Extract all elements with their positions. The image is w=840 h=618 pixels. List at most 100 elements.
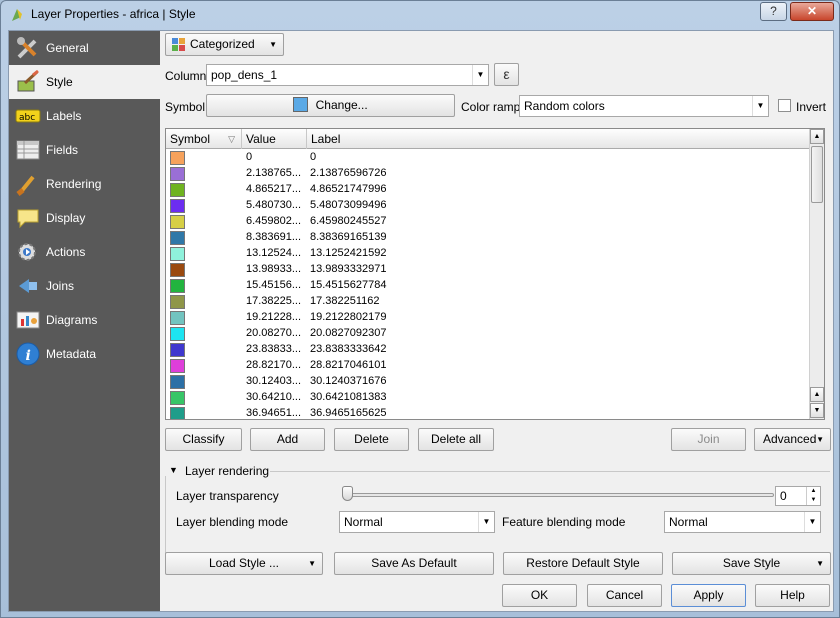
- table-row[interactable]: 00: [166, 150, 813, 166]
- transparency-slider-handle[interactable]: [342, 486, 353, 501]
- metadata-icon: i: [16, 342, 40, 366]
- category-color-swatch[interactable]: [170, 343, 185, 357]
- transparency-spinbox[interactable]: 0 ▲ ▼: [775, 486, 821, 506]
- close-window-button[interactable]: ✕: [790, 2, 834, 21]
- category-label: 20.0827092307: [310, 327, 387, 339]
- category-color-swatch[interactable]: [170, 151, 185, 165]
- category-color-swatch[interactable]: [170, 215, 185, 229]
- category-label: 4.86521747996: [310, 183, 387, 195]
- rendering-icon: [16, 175, 35, 196]
- feature-blending-select[interactable]: Normal ▼: [664, 511, 821, 533]
- category-label: 19.2122802179: [310, 311, 387, 323]
- sidebar-item-joins[interactable]: Joins: [9, 269, 160, 303]
- table-row[interactable]: 28.82170... 28.8217046101: [166, 358, 813, 374]
- renderer-type-dropdown[interactable]: Categorized ▼: [165, 33, 284, 56]
- category-color-swatch[interactable]: [170, 359, 185, 373]
- expression-button[interactable]: ε: [494, 63, 519, 86]
- table-row[interactable]: 19.21228... 19.2122802179: [166, 310, 813, 326]
- sidebar-item-metadata[interactable]: i Metadata: [9, 337, 160, 371]
- fields-icon: [16, 140, 40, 160]
- column-select[interactable]: pop_dens_1 ▼: [206, 64, 489, 86]
- classify-button[interactable]: Classify: [165, 428, 242, 451]
- scroll-up-icon[interactable]: ▲: [810, 387, 824, 402]
- sidebar-item-display[interactable]: Display: [9, 201, 160, 235]
- change-symbol-button[interactable]: Change...: [206, 94, 455, 117]
- save-as-default-button[interactable]: Save As Default: [334, 552, 494, 575]
- scroll-thumb[interactable]: [811, 146, 823, 203]
- category-color-swatch[interactable]: [170, 327, 185, 341]
- spin-up-icon[interactable]: ▲: [806, 487, 820, 496]
- category-color-swatch[interactable]: [170, 407, 185, 419]
- sidebar-item-label: Diagrams: [46, 313, 98, 327]
- table-row[interactable]: 15.45156... 15.4515627784: [166, 278, 813, 294]
- restore-default-style-button[interactable]: Restore Default Style: [503, 552, 663, 575]
- table-row[interactable]: 5.480730... 5.48073099496: [166, 198, 813, 214]
- column-header-value[interactable]: Value: [242, 129, 307, 149]
- join-button[interactable]: Join: [671, 428, 746, 451]
- table-scrollbar[interactable]: ▲ ▲ ▼: [809, 129, 824, 419]
- table-row[interactable]: 36.94651... 36.9465165625: [166, 406, 813, 419]
- category-color-swatch[interactable]: [170, 391, 185, 405]
- table-row[interactable]: 13.98933... 13.9893332971: [166, 262, 813, 278]
- category-value: 13.98933...: [246, 263, 302, 275]
- svg-text:abc: abc: [19, 113, 35, 123]
- sidebar-item-fields[interactable]: Fields: [9, 133, 160, 167]
- category-color-swatch[interactable]: [170, 295, 185, 309]
- category-color-swatch[interactable]: [170, 263, 185, 277]
- apply-button[interactable]: Apply: [671, 584, 746, 607]
- table-row[interactable]: 23.83833... 23.8383333642: [166, 342, 813, 358]
- category-value: 20.08270...: [246, 327, 302, 339]
- table-row[interactable]: 17.38225... 17.382251162: [166, 294, 813, 310]
- sidebar-item-label: Rendering: [46, 177, 102, 191]
- table-row[interactable]: 8.383691... 8.38369165139: [166, 230, 813, 246]
- color-ramp-select[interactable]: Random colors ▼: [519, 95, 769, 117]
- category-color-swatch[interactable]: [170, 279, 185, 293]
- advanced-button[interactable]: Advanced ▼: [754, 428, 831, 451]
- table-row[interactable]: 2.138765... 2.13876596726: [166, 166, 813, 182]
- help-title-button[interactable]: ?: [760, 2, 787, 21]
- table-row[interactable]: 20.08270... 20.0827092307: [166, 326, 813, 342]
- table-row[interactable]: 30.12403... 30.1240371676: [166, 374, 813, 390]
- category-color-swatch[interactable]: [170, 311, 185, 325]
- sidebar-item-general[interactable]: General: [9, 31, 160, 65]
- spin-down-icon[interactable]: ▼: [806, 496, 820, 505]
- layer-transparency-label: Layer transparency: [176, 489, 279, 503]
- layer-blending-select[interactable]: Normal ▼: [339, 511, 495, 533]
- scroll-up-icon[interactable]: ▲: [810, 129, 824, 144]
- add-button[interactable]: Add: [250, 428, 325, 451]
- category-color-swatch[interactable]: [170, 231, 185, 245]
- category-color-swatch[interactable]: [170, 199, 185, 213]
- sidebar-item-style[interactable]: Style: [9, 65, 160, 99]
- help-button[interactable]: Help: [755, 584, 830, 607]
- category-color-swatch[interactable]: [170, 247, 185, 261]
- sidebar-item-actions[interactable]: Actions: [9, 235, 160, 269]
- scroll-down-icon[interactable]: ▼: [810, 403, 824, 418]
- category-color-swatch[interactable]: [170, 183, 185, 197]
- delete-all-button[interactable]: Delete all: [418, 428, 494, 451]
- sidebar-item-rendering[interactable]: Rendering: [9, 167, 160, 201]
- transparency-slider-track[interactable]: [346, 493, 774, 497]
- column-header-symbol[interactable]: Symbol ▽: [166, 129, 242, 149]
- delete-button[interactable]: Delete: [334, 428, 409, 451]
- sidebar-item-labels[interactable]: abc Labels: [9, 99, 160, 133]
- category-value: 28.82170...: [246, 359, 302, 371]
- category-value: 30.12403...: [246, 375, 302, 387]
- diagrams-icon: [16, 311, 40, 329]
- sidebar-item-diagrams[interactable]: Diagrams: [9, 303, 160, 337]
- invert-checkbox[interactable]: [778, 99, 791, 112]
- table-row[interactable]: 4.865217... 4.86521747996: [166, 182, 813, 198]
- cancel-button[interactable]: Cancel: [587, 584, 662, 607]
- table-row[interactable]: 30.64210... 30.6421081383: [166, 390, 813, 406]
- ok-button[interactable]: OK: [502, 584, 577, 607]
- category-color-swatch[interactable]: [170, 375, 185, 389]
- table-row[interactable]: 13.12524... 13.1252421592: [166, 246, 813, 262]
- collapse-triangle-icon[interactable]: ▼: [169, 465, 178, 475]
- category-value: 15.45156...: [246, 279, 302, 291]
- chevron-down-icon: ▼: [804, 512, 820, 532]
- column-header-label[interactable]: Label: [307, 129, 813, 149]
- category-color-swatch[interactable]: [170, 167, 185, 181]
- load-style-button[interactable]: Load Style ... ▼: [165, 552, 323, 575]
- table-row[interactable]: 6.459802... 6.45980245527: [166, 214, 813, 230]
- save-style-button[interactable]: Save Style ▼: [672, 552, 831, 575]
- category-label: 28.8217046101: [310, 359, 387, 371]
